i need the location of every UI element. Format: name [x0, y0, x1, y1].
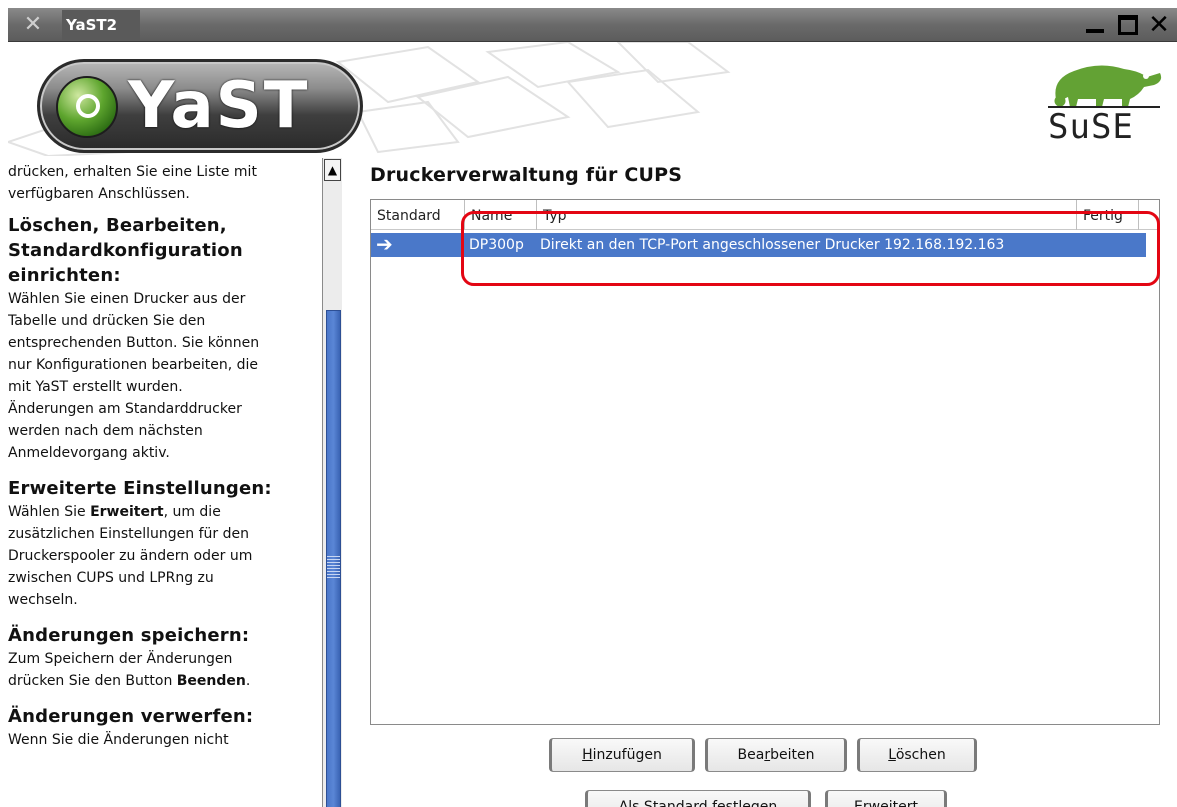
printer-type-cell: Direkt an den TCP-Port angeschlossener D… [540, 237, 1005, 253]
scrollbar-thumb[interactable] [326, 310, 341, 807]
column-header-typ[interactable]: Typ [537, 200, 1077, 230]
scroll-up-button[interactable]: ▲ [324, 159, 341, 181]
arrow-right-icon: ➔ [376, 232, 393, 256]
help-text: werden nach dem nächsten [8, 423, 203, 439]
delete-button[interactable]: Löschen [857, 738, 977, 772]
add-button[interactable]: Hinzufügen [549, 738, 695, 772]
help-scrollbar[interactable]: ▲ [322, 158, 342, 807]
window-titlebar: ✕ YaST2 ✕ [8, 8, 1177, 42]
help-heading: Erweiterte Einstellungen: [8, 478, 272, 499]
yast-logo: YaST [37, 59, 363, 153]
help-text: mit YaST erstellt wurden. [8, 379, 183, 395]
yast-banner: YaST SuSE [8, 42, 1177, 156]
help-text: zusätzlichen Einstellungen für den [8, 526, 249, 542]
column-header-name[interactable]: Name [465, 200, 537, 230]
help-text: Zum Speichern der Änderungen [8, 651, 233, 667]
chameleon-icon [1054, 65, 1162, 107]
maximize-button[interactable] [1114, 11, 1142, 39]
x-window-icon[interactable]: ✕ [20, 13, 46, 37]
help-text: Anmeldevorgang aktiv. [8, 445, 170, 461]
page-title: Druckerverwaltung für CUPS [370, 164, 683, 186]
set-default-button[interactable]: Als Standard festlegen [585, 790, 811, 807]
table-header: Standard Name Typ Fertig [371, 200, 1159, 230]
help-text: drücken Sie den Button Beenden. [8, 673, 251, 689]
help-text: entsprechenden Button. Sie können [8, 335, 260, 351]
suse-logo: SuSE [1044, 51, 1164, 151]
help-panel: drücken, erhalten Sie eine Liste mit ver… [8, 158, 321, 807]
help-text: Wenn Sie die Änderungen nicht [8, 732, 229, 748]
help-heading: Änderungen speichern: [8, 625, 250, 646]
help-heading-line: einrichten: [8, 265, 121, 286]
help-text: verfügbaren Anschlüssen. [8, 186, 190, 202]
help-text: Wählen Sie Erweitert, um die [8, 504, 221, 520]
help-text: Änderungen am Standarddrucker [8, 401, 242, 417]
arrow-up-icon: ▲ [327, 163, 338, 177]
close-button[interactable]: ✕ [1145, 11, 1173, 39]
column-header-fertig[interactable]: Fertig [1077, 200, 1139, 230]
yast-logo-text: YaST [128, 69, 310, 143]
help-text: Tabelle und drücken Sie den [8, 313, 206, 329]
column-header-standard[interactable]: Standard [371, 200, 465, 230]
help-text: wechseln. [8, 592, 78, 608]
help-text: drücken, erhalten Sie eine Liste mit [8, 164, 257, 180]
minimize-button[interactable] [1081, 11, 1109, 39]
grip-icon [327, 556, 340, 578]
printer-table[interactable]: Standard Name Typ Fertig ➔ DP300p Direkt… [370, 199, 1160, 725]
help-heading: Änderungen verwerfen: [8, 706, 254, 727]
close-icon: ✕ [1148, 10, 1170, 40]
column-header-filler [1139, 200, 1159, 230]
table-row[interactable]: ➔ DP300p Direkt an den TCP-Port angeschl… [371, 233, 1146, 257]
suse-logo-text: SuSE [1048, 107, 1134, 147]
maximize-icon [1118, 15, 1138, 35]
help-text: Wählen Sie einen Drucker aus der [8, 291, 246, 307]
minimize-icon [1086, 29, 1104, 33]
yast-logo-icon [56, 76, 118, 138]
help-text: nur Konfigurationen bearbeiten, die [8, 357, 259, 373]
help-heading-line: Löschen, Bearbeiten, [8, 215, 227, 236]
help-text: zwischen CUPS und LPRng zu [8, 570, 214, 586]
edit-button[interactable]: Bearbeiten [705, 738, 847, 772]
help-heading: Löschen, Bearbeiten, Standardkonfigurati… [8, 213, 321, 288]
advanced-button[interactable]: Erweitert [825, 790, 947, 807]
window-title: YaST2 [62, 10, 140, 40]
printer-name-cell: DP300p [469, 237, 524, 253]
help-heading-line: Standardkonfiguration [8, 240, 243, 261]
help-text: Druckerspooler zu ändern oder um [8, 548, 253, 564]
